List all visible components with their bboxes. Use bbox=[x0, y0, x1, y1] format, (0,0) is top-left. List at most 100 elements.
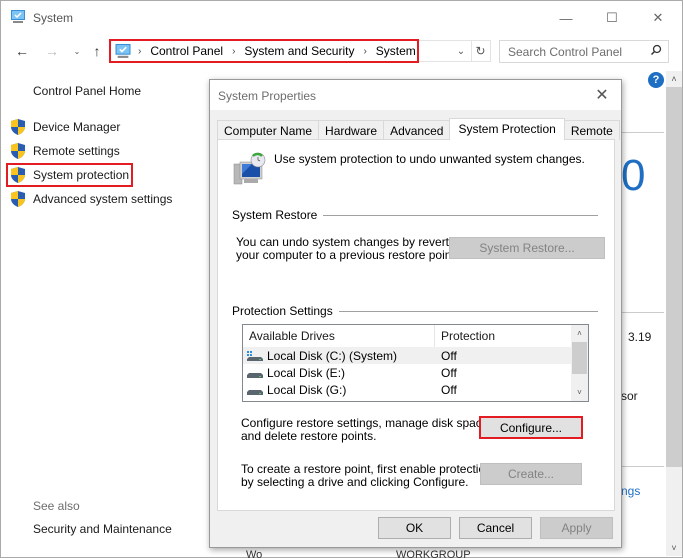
drive-name-cell: Local Disk (C:) (System) bbox=[243, 349, 435, 363]
description-line: by selecting a drive and clicking Config… bbox=[241, 475, 469, 489]
shield-icon bbox=[11, 191, 25, 207]
window-title: System bbox=[33, 11, 74, 25]
create-button[interactable]: Create... bbox=[480, 463, 582, 485]
breadcrumb-separator: › bbox=[138, 45, 142, 57]
scroll-down-icon[interactable]: ˅ bbox=[571, 384, 588, 401]
back-arrow-icon[interactable]: ← bbox=[12, 41, 32, 61]
column-header-protection[interactable]: Protection bbox=[435, 325, 572, 347]
address-dropdown-icon[interactable]: ⌄ bbox=[453, 41, 469, 61]
address-bar[interactable]: › Control Panel › System and Security › … bbox=[109, 39, 419, 63]
drive-row[interactable]: Local Disk (C:) (System) Off bbox=[243, 347, 572, 364]
scroll-up-icon[interactable]: ˄ bbox=[666, 71, 682, 87]
configure-description: Configure restore settings, manage disk … bbox=[241, 417, 492, 443]
security-and-maintenance-link[interactable]: Security and Maintenance bbox=[33, 522, 172, 536]
maximize-button[interactable]: ☐ bbox=[589, 5, 635, 31]
sidebar-item-label: Device Manager bbox=[33, 120, 121, 134]
up-arrow-icon[interactable]: ↑ bbox=[87, 41, 107, 61]
drive-row[interactable]: Local Disk (E:) Off bbox=[243, 364, 572, 381]
apply-button[interactable]: Apply bbox=[540, 517, 613, 539]
system-properties-dialog: System Properties ✕ Computer Name Hardwa… bbox=[209, 79, 622, 548]
drive-protection-status: Off bbox=[441, 382, 457, 397]
divider bbox=[621, 312, 664, 313]
dialog-title: System Properties bbox=[218, 89, 317, 103]
recent-locations-chevron-icon[interactable]: ⌄ bbox=[67, 41, 87, 61]
workgroup-value: WORKGROUP bbox=[396, 549, 471, 558]
divider bbox=[621, 132, 664, 133]
close-button[interactable]: ✕ bbox=[635, 5, 681, 31]
scrollbar-thumb[interactable] bbox=[572, 342, 587, 374]
system-protection-panel: Use system protection to undo unwanted s… bbox=[217, 139, 615, 511]
dialog-close-icon[interactable]: ✕ bbox=[593, 85, 611, 105]
configure-button[interactable]: Configure... bbox=[479, 416, 583, 439]
sidebar-control-panel-home[interactable]: Control Panel Home bbox=[33, 84, 141, 98]
drive-row[interactable]: Local Disk (G:) Off bbox=[243, 381, 572, 398]
breadcrumb-control-panel[interactable]: Control Panel bbox=[150, 44, 223, 58]
scrollbar-thumb[interactable] bbox=[666, 87, 682, 467]
breadcrumb-separator[interactable]: › bbox=[363, 46, 366, 57]
breadcrumb-system-and-security[interactable]: System and Security bbox=[244, 44, 354, 58]
system-drive-icon bbox=[247, 350, 263, 361]
tab-computer-name[interactable]: Computer Name bbox=[217, 120, 320, 140]
drive-name: Local Disk (E:) bbox=[267, 365, 346, 380]
refresh-icon[interactable]: ↻ bbox=[471, 41, 489, 61]
drive-name-cell: Local Disk (E:) bbox=[243, 366, 435, 380]
sidebar-item-label: Advanced system settings bbox=[33, 192, 173, 206]
tab-system-protection[interactable]: System Protection bbox=[449, 118, 565, 140]
shield-icon bbox=[11, 143, 25, 159]
forward-arrow-icon[interactable]: → bbox=[42, 41, 62, 61]
system-restore-button[interactable]: System Restore... bbox=[449, 237, 605, 259]
description-line: your computer to a previous restore poin… bbox=[236, 248, 459, 262]
available-drives-list[interactable]: Available Drives Protection Local Disk (… bbox=[242, 324, 589, 402]
dialog-tabs: Computer Name Hardware Advanced System P… bbox=[217, 118, 620, 140]
drives-list-header: Available Drives Protection bbox=[243, 325, 572, 347]
ok-button[interactable]: OK bbox=[378, 517, 451, 539]
computer-icon bbox=[115, 43, 131, 58]
system-restore-group-label: System Restore bbox=[232, 208, 324, 222]
drive-icon bbox=[247, 389, 263, 395]
drive-name: Local Disk (C:) (System) bbox=[267, 348, 398, 363]
scroll-down-icon[interactable]: ˅ bbox=[666, 540, 682, 556]
change-settings-link[interactable]: ngs bbox=[621, 484, 640, 498]
drives-list-scrollbar[interactable]: ˄ ˅ bbox=[571, 325, 588, 401]
windows-version-text: 0 bbox=[621, 151, 646, 200]
dialog-title-bar: System Properties ✕ bbox=[210, 80, 621, 110]
create-description: To create a restore point, first enable … bbox=[241, 463, 492, 489]
processor-speed-text: 3.19 bbox=[628, 330, 652, 344]
main-scrollbar[interactable]: ˄ ˅ bbox=[666, 71, 682, 556]
sidebar-item-device-manager[interactable]: Device Manager bbox=[11, 118, 120, 136]
search-placeholder: Search Control Panel bbox=[508, 44, 623, 59]
system-protection-icon bbox=[233, 152, 266, 185]
highlight-box bbox=[6, 163, 133, 187]
title-bar: System — ☐ ✕ bbox=[1, 1, 682, 35]
column-header-available-drives[interactable]: Available Drives bbox=[243, 325, 435, 347]
description-line: and delete restore points. bbox=[241, 429, 377, 443]
drive-icon bbox=[247, 372, 263, 378]
system-restore-description: You can undo system changes by reverting… bbox=[236, 236, 465, 262]
system-protection-intro: Use system protection to undo unwanted s… bbox=[274, 152, 585, 166]
shield-icon bbox=[11, 119, 25, 135]
computer-icon bbox=[11, 10, 25, 23]
sidebar-item-remote-settings[interactable]: Remote settings bbox=[11, 142, 120, 160]
search-input[interactable]: Search Control Panel bbox=[499, 40, 669, 63]
sidebar-item-label: Remote settings bbox=[33, 144, 120, 158]
cancel-button[interactable]: Cancel bbox=[459, 517, 532, 539]
workgroup-label: Wo bbox=[246, 549, 263, 558]
navigation-bar: ← → ⌄ ↑ › Control Panel › System and Sec… bbox=[1, 37, 682, 65]
see-also-heading: See also bbox=[33, 499, 80, 513]
scroll-up-icon[interactable]: ˄ bbox=[571, 325, 588, 342]
drive-name-cell: Local Disk (G:) bbox=[243, 383, 435, 397]
divider bbox=[621, 466, 664, 467]
drive-protection-status: Off bbox=[441, 348, 457, 363]
protection-settings-group-label: Protection Settings bbox=[232, 304, 339, 318]
tab-advanced[interactable]: Advanced bbox=[383, 120, 451, 140]
processor-label-text: sor bbox=[621, 389, 638, 403]
help-icon[interactable]: ? bbox=[648, 72, 664, 88]
tab-hardware[interactable]: Hardware bbox=[318, 120, 385, 140]
drive-protection-status: Off bbox=[441, 365, 457, 380]
sidebar-item-advanced-system-settings[interactable]: Advanced system settings bbox=[11, 190, 172, 208]
tab-remote[interactable]: Remote bbox=[563, 120, 620, 140]
breadcrumb-separator[interactable]: › bbox=[232, 46, 235, 57]
breadcrumb-system[interactable]: System bbox=[376, 44, 416, 58]
minimize-button[interactable]: — bbox=[543, 5, 589, 31]
search-icon[interactable] bbox=[650, 44, 662, 59]
